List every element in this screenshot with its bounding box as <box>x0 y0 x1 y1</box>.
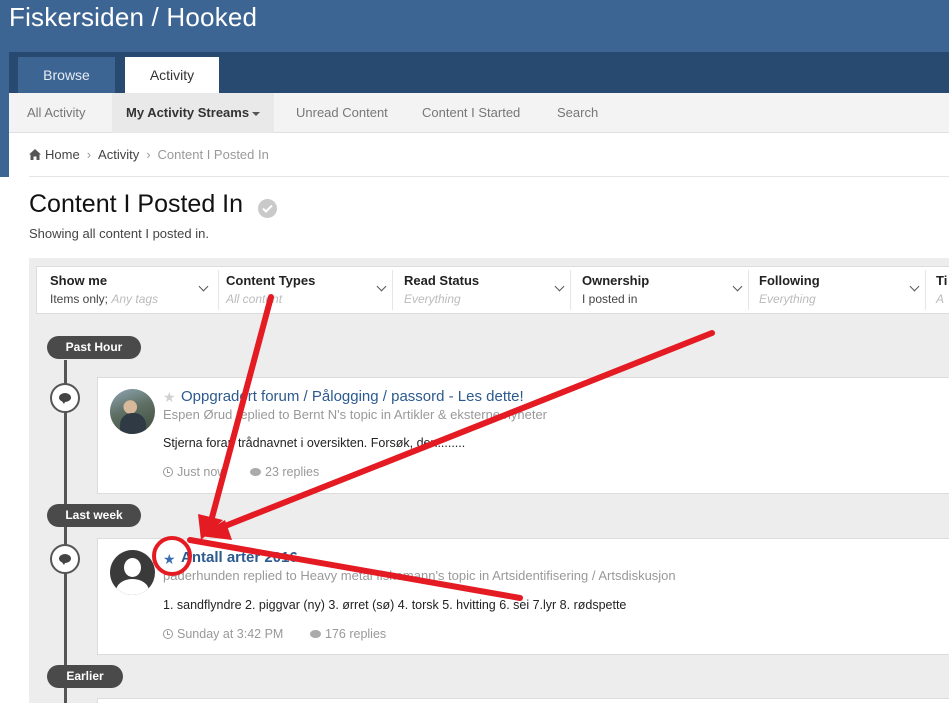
filter-bar: Show me Items only; Any tags Content Typ… <box>36 266 949 314</box>
filter-read-status[interactable]: Read Status Everything <box>404 270 571 310</box>
filter-title: Ownership <box>582 273 650 288</box>
tab-browse[interactable]: Browse <box>18 57 115 93</box>
filter-value: A <box>936 292 945 306</box>
filter-title: Content Types <box>226 273 316 288</box>
chevron-down-icon <box>554 281 565 292</box>
filter-value-main: Items only; <box>50 292 109 306</box>
home-icon <box>29 149 41 160</box>
timeline-group-label: Past Hour <box>47 336 141 359</box>
filter-ownership[interactable]: Ownership I posted in <box>582 270 749 310</box>
filter-value: Items only; Any tags <box>50 292 158 306</box>
item-snippet: Stjerna foran trådnavnet i oversikten. F… <box>163 436 466 450</box>
page-description: Showing all content I posted in. <box>29 226 209 241</box>
site-header: Fiskersiden / Hooked <box>0 0 949 52</box>
timeline-group-label: Last week <box>47 504 141 527</box>
breadcrumb-activity[interactable]: Activity <box>98 147 139 163</box>
chevron-down-icon <box>376 281 387 292</box>
timeline-group-label: Earlier <box>47 665 123 688</box>
filter-content-types[interactable]: Content Types All content <box>226 270 393 310</box>
filter-time[interactable]: Ti A <box>936 270 949 310</box>
filter-title: Following <box>759 273 820 288</box>
subnav-my-activity-streams-label: My Activity Streams <box>126 105 250 120</box>
comment-icon <box>50 544 80 574</box>
site-title[interactable]: Fiskersiden / Hooked <box>9 2 257 33</box>
subnav-content-i-started[interactable]: Content I Started <box>422 93 520 133</box>
subnav-unread-content[interactable]: Unread Content <box>296 93 388 133</box>
activity-subnav: All Activity My Activity Streams Unread … <box>9 93 949 133</box>
filter-value: Everything <box>404 292 461 306</box>
star-icon[interactable]: ★ <box>163 551 176 567</box>
caret-down-icon <box>252 111 261 116</box>
item-snippet: 1. sandflyndre 2. piggvar (ny) 3. ørret … <box>163 598 627 612</box>
check-icon[interactable] <box>258 199 277 218</box>
comment-icon <box>50 383 80 413</box>
header-left-band <box>0 52 9 177</box>
comment-icon <box>250 468 261 476</box>
item-title[interactable]: Antall arter 2016 <box>181 549 298 566</box>
item-meta: Espen Ørud replied to Bernt N's topic in… <box>163 407 548 422</box>
divider <box>29 176 949 177</box>
avatar[interactable] <box>110 550 155 595</box>
chevron-down-icon <box>198 281 209 292</box>
item-time-label: Just now <box>177 465 227 479</box>
tab-activity[interactable]: Activity <box>125 57 219 93</box>
subnav-search[interactable]: Search <box>557 93 598 133</box>
filter-value-tags: Any tags <box>111 292 159 306</box>
subnav-my-activity-streams[interactable]: My Activity Streams <box>112 93 275 133</box>
list-item: ★ Oppgradert forum / Pålogging / passord… <box>97 377 949 494</box>
item-meta: paderhunden replied to Heavy metal fiske… <box>163 568 676 583</box>
comment-icon <box>310 630 321 638</box>
item-replies-label: 176 replies <box>325 627 387 641</box>
avatar[interactable] <box>110 389 155 434</box>
filter-value: Everything <box>759 292 816 306</box>
item-time: Sunday at 3:42 PM <box>163 627 283 641</box>
breadcrumb-current: Content I Posted In <box>157 147 269 162</box>
item-replies[interactable]: 176 replies <box>310 627 386 641</box>
item-replies-label: 23 replies <box>265 465 320 479</box>
chevron-right-icon: › <box>146 147 151 162</box>
filter-title: Read Status <box>404 273 480 288</box>
clock-icon <box>163 629 173 639</box>
filter-value: I posted in <box>582 292 638 306</box>
main-nav: Browse Activity <box>9 52 949 93</box>
page-title: Content I Posted In <box>29 190 244 218</box>
chevron-down-icon <box>909 281 920 292</box>
item-title[interactable]: Oppgradert forum / Pålogging / passord -… <box>181 388 524 405</box>
chevron-right-icon: › <box>86 147 92 162</box>
list-item: ★ Antall arter 2016 paderhunden replied … <box>97 538 949 655</box>
star-icon[interactable]: ★ <box>163 389 176 405</box>
subnav-all-activity[interactable]: All Activity <box>27 93 86 133</box>
breadcrumb-home[interactable]: Home <box>45 147 80 163</box>
filter-following[interactable]: Following Everything <box>759 270 926 310</box>
filter-title: Show me <box>50 273 108 288</box>
item-time: Just now <box>163 465 226 479</box>
breadcrumb: Home › Activity › Content I Posted In <box>29 147 269 163</box>
filter-title: Ti <box>936 273 948 288</box>
filter-show-me[interactable]: Show me Items only; Any tags <box>50 270 219 310</box>
clock-icon <box>163 467 173 477</box>
item-replies[interactable]: 23 replies <box>250 465 319 479</box>
chevron-down-icon <box>732 281 743 292</box>
list-item <box>97 698 949 703</box>
item-time-label: Sunday at 3:42 PM <box>177 627 284 641</box>
filter-value: All content <box>226 292 283 306</box>
